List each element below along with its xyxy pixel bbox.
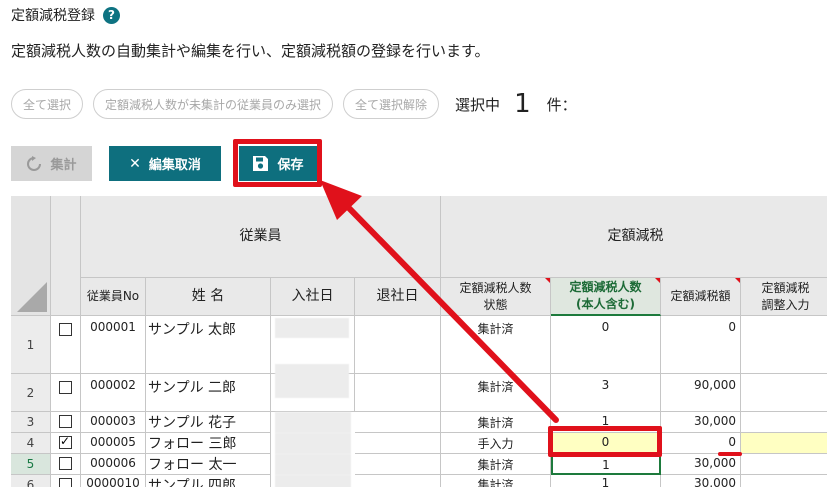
cell-leave-date[interactable]: [355, 374, 441, 412]
row-number[interactable]: 3: [11, 412, 51, 433]
close-icon: ✕: [129, 155, 141, 172]
help-icon[interactable]: ?: [103, 6, 120, 24]
deselect-all-button[interactable]: 全て選択解除: [343, 89, 440, 119]
page-title: 定額減税登録 ?: [11, 5, 120, 25]
col-header-name[interactable]: 姓 名: [146, 278, 271, 316]
redacted-value: [275, 454, 351, 475]
select-all-button[interactable]: 全て選択: [11, 89, 84, 119]
row-checkbox-cell: [51, 316, 81, 374]
aggregate-button[interactable]: 集計: [11, 146, 92, 181]
edited-cell-highlight-box: [548, 426, 662, 457]
cell-leave-date[interactable]: [355, 412, 441, 433]
cell-amount[interactable]: 90,000: [661, 374, 741, 412]
col-header-hire-date[interactable]: 入社日: [271, 278, 355, 316]
cell-adjust[interactable]: [741, 475, 827, 487]
row-number[interactable]: 4: [11, 433, 51, 454]
cell-amount[interactable]: 30,000: [661, 412, 741, 433]
cell-leave-date[interactable]: [355, 433, 441, 454]
cell-amount[interactable]: 30,000: [661, 454, 741, 475]
selection-bar: 全て選択 定額減税人数が未集計の従業員のみ選択 全て選択解除 選択中 1 件：: [11, 89, 577, 119]
cancel-edit-label: 編集取消: [148, 158, 201, 173]
row-number-active[interactable]: 5: [11, 454, 51, 475]
cell-leave-date[interactable]: [355, 454, 441, 475]
selected-label: 選択中: [455, 95, 501, 114]
col-header-adjust[interactable]: 定額減税 調整入力: [741, 278, 827, 316]
cell-amount[interactable]: 0: [661, 316, 741, 374]
checkbox-column-header: [51, 196, 81, 316]
cell-name[interactable]: サンプル 二郎: [146, 374, 271, 412]
refresh-icon: [27, 155, 42, 171]
cell-count[interactable]: 3: [551, 374, 661, 412]
cell-hire-date[interactable]: [271, 364, 355, 412]
cell-status[interactable]: 集計済: [441, 454, 551, 475]
cell-adjust[interactable]: [741, 412, 827, 433]
selected-unit: 件：: [546, 95, 577, 114]
page-description: 定額減税人数の自動集計や編集を行い、定額減税額の登録を行います。: [11, 42, 490, 60]
amount-underline-mark: [718, 452, 742, 456]
row-number[interactable]: 2: [11, 374, 51, 412]
cell-emp-no[interactable]: 0000010: [81, 475, 146, 487]
col-header-emp-no[interactable]: 従業員No: [81, 278, 146, 316]
redacted-value: [275, 318, 349, 338]
redacted-value: [275, 364, 349, 398]
row-checkbox-cell: [51, 454, 81, 475]
row-checkbox-cell: [51, 475, 81, 487]
row-checkbox-cell: [51, 412, 81, 433]
cell-adjust[interactable]: [741, 454, 827, 475]
cell-status[interactable]: 集計済: [441, 374, 551, 412]
redacted-value: [275, 412, 351, 433]
cell-status[interactable]: 集計済: [441, 412, 551, 433]
row-checkbox[interactable]: [59, 478, 72, 487]
group-header-employee: 従業員: [81, 196, 441, 278]
row-checkbox-checked[interactable]: [59, 434, 72, 449]
cell-adjust[interactable]: [741, 316, 827, 374]
cell-count-focused[interactable]: 1: [551, 454, 661, 475]
col-header-leave-date[interactable]: 退社日: [355, 278, 441, 316]
row-checkbox[interactable]: [59, 323, 72, 336]
cell-count[interactable]: 0: [551, 316, 661, 374]
row-number[interactable]: 6: [11, 475, 51, 487]
col-header-amount[interactable]: 定額減税額: [661, 278, 741, 316]
row-checkbox[interactable]: [59, 381, 72, 394]
cell-status[interactable]: 手入力: [441, 433, 551, 454]
cell-emp-no[interactable]: 000003: [81, 412, 146, 433]
cell-amount[interactable]: 30,000: [661, 475, 741, 487]
row-checkbox-cell: [51, 433, 81, 454]
cell-name[interactable]: フォロー 三郎: [146, 433, 271, 454]
cell-count[interactable]: 1: [551, 475, 661, 487]
row-checkbox[interactable]: [59, 457, 72, 470]
select-uncounted-button[interactable]: 定額減税人数が未集計の従業員のみ選択: [93, 89, 334, 119]
cell-name[interactable]: サンプル 花子: [146, 412, 271, 433]
aggregate-label: 集計: [50, 158, 77, 173]
page-title-text: 定額減税登録: [11, 8, 95, 24]
selected-count: 1: [514, 89, 531, 119]
cell-emp-no[interactable]: 000001: [81, 316, 146, 374]
redacted-value: [275, 475, 351, 487]
cancel-edit-button[interactable]: ✕ 編集取消: [109, 146, 221, 181]
row-number[interactable]: 1: [11, 316, 51, 374]
redacted-value: [275, 433, 351, 454]
group-header-tax: 定額減税: [441, 196, 827, 278]
cell-emp-no[interactable]: 000006: [81, 454, 146, 475]
cell-amount[interactable]: 0: [661, 433, 741, 454]
row-checkbox-cell: [51, 374, 81, 412]
col-header-count[interactable]: 定額減税人数 (本人含む): [551, 278, 661, 316]
cell-adjust[interactable]: [741, 374, 827, 412]
cell-emp-no[interactable]: 000002: [81, 374, 146, 412]
employee-tax-grid: 従業員 定額減税 従業員No 姓 名 入社日 退社日 定額減税人数 状態 定額減…: [11, 196, 827, 487]
cell-adjust-edited[interactable]: [741, 433, 827, 454]
cell-leave-date[interactable]: [355, 316, 441, 374]
col-header-status[interactable]: 定額減税人数 状態: [441, 278, 551, 316]
row-checkbox[interactable]: [59, 415, 72, 428]
cell-status[interactable]: 集計済: [441, 316, 551, 374]
cell-emp-no[interactable]: 000005: [81, 433, 146, 454]
cell-leave-date[interactable]: [355, 475, 441, 487]
grid-corner[interactable]: [11, 196, 51, 316]
cell-name[interactable]: サンプル 四郎: [146, 475, 271, 487]
cell-name[interactable]: サンプル 太郎: [146, 316, 271, 374]
save-highlight-box: [233, 139, 322, 187]
cell-status[interactable]: 集計済: [441, 475, 551, 487]
cell-name[interactable]: フォロー 太一: [146, 454, 271, 475]
